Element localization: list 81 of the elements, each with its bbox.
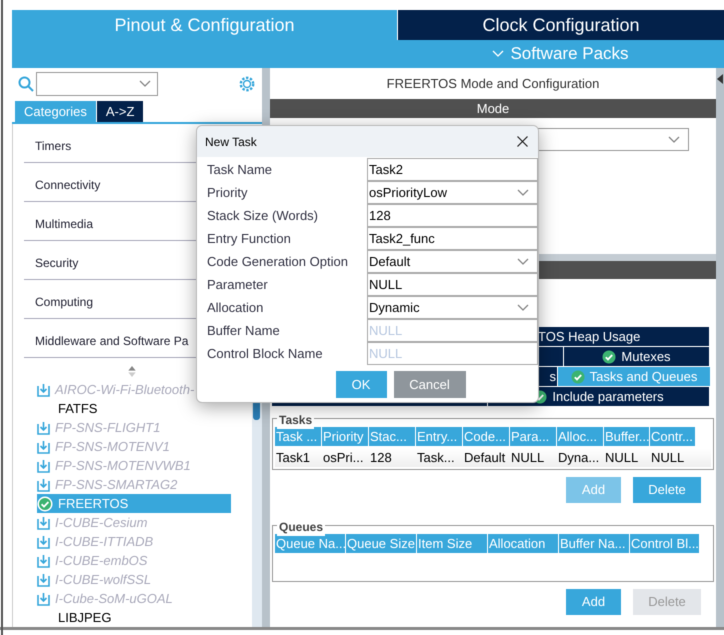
pack-item[interactable]: I-CUBE-wolfSSL — [37, 570, 231, 589]
table-cell-text: Dyna... — [557, 449, 600, 467]
top-tab[interactable]: Pinout & Configuration — [12, 10, 397, 40]
config-tab[interactable]: Mutexes — [564, 347, 709, 366]
close-icon[interactable] — [517, 136, 528, 147]
download-icon — [37, 458, 50, 472]
check-icon — [37, 496, 53, 512]
pack-item[interactable]: I-CUBE-embOS — [37, 551, 231, 570]
table-cell-text: NULL — [604, 449, 640, 467]
column-header[interactable]: Queue Na... — [275, 534, 345, 553]
download-icon — [37, 420, 50, 434]
table-cell-text: Task... — [416, 449, 456, 467]
download-icon — [37, 516, 50, 530]
column-header[interactable]: Priority — [322, 427, 368, 446]
text-field[interactable]: 128 — [367, 204, 538, 227]
pack-item[interactable]: FREERTOS — [37, 494, 231, 513]
ok-button[interactable]: OK — [336, 371, 386, 398]
check-icon — [570, 370, 585, 384]
dropdown-field[interactable]: Default — [367, 250, 538, 273]
config-tab[interactable]: Tasks and Queues — [558, 367, 710, 386]
pack-item[interactable]: LIBJPEG — [37, 608, 231, 627]
pack-item[interactable]: AIROC-Wi-Fi-Bluetooth- — [37, 380, 231, 399]
download-icon — [37, 554, 50, 568]
text-field[interactable]: Task2_func — [367, 227, 538, 250]
download-icon — [37, 572, 50, 586]
table-cell-text: Default — [463, 449, 506, 467]
download-icon — [37, 440, 50, 454]
column-header[interactable]: Buffer Na... — [559, 534, 629, 553]
text-field[interactable]: Task2 — [367, 158, 538, 181]
view-tab[interactable]: Categories — [15, 101, 96, 122]
pack-item[interactable]: FATFS — [37, 399, 231, 418]
search-icon[interactable] — [18, 76, 34, 92]
pack-item[interactable]: I-Cube-SoM-uGOAL — [37, 589, 231, 608]
table-cell-text: NULL — [510, 449, 546, 467]
pack-item[interactable]: FP-SNS-MOTENV1 — [37, 437, 231, 456]
column-header[interactable]: Alloc... — [557, 427, 603, 446]
chevron-down-icon — [668, 136, 680, 144]
check-icon — [602, 350, 616, 364]
pack-item[interactable]: FP-SNS-SMARTAG2 — [37, 475, 231, 494]
view-tab[interactable]: A->Z — [96, 101, 144, 122]
table-cell-text: NULL — [650, 449, 686, 467]
chevron-down-icon — [492, 50, 504, 58]
table-cell-text: Task1 — [275, 449, 311, 467]
column-header[interactable]: Task ... — [275, 427, 321, 446]
cancel-button[interactable]: Cancel — [394, 371, 466, 398]
chevron-down-icon — [517, 258, 529, 266]
table-cell-text: 128 — [369, 449, 393, 467]
delete-button[interactable]: Delete — [633, 477, 701, 503]
column-header[interactable]: Para... — [510, 427, 556, 446]
pack-item[interactable]: I-CUBE-Cesium — [37, 513, 231, 532]
column-header[interactable]: Entry... — [416, 427, 462, 446]
pack-item[interactable]: I-CUBE-ITTIADB — [37, 532, 231, 551]
download-icon — [37, 534, 50, 548]
column-header[interactable]: Queue Size — [346, 534, 416, 553]
panel-title: FREERTOS Mode and Configuration — [386, 74, 600, 93]
search-combobox[interactable] — [36, 72, 158, 96]
pack-item[interactable]: FP-SNS-FLIGHT1 — [37, 418, 231, 437]
download-icon — [37, 592, 50, 606]
column-header[interactable]: Buffer... — [604, 427, 649, 446]
collapse-arrow-icon[interactable] — [717, 74, 723, 84]
mode-header: Mode — [270, 99, 716, 118]
column-header[interactable]: Contr... — [650, 427, 695, 446]
download-icon — [37, 478, 50, 492]
pack-item[interactable]: FP-SNS-MOTENVWB1 — [37, 456, 231, 475]
column-header[interactable]: Control Bl... — [630, 534, 699, 553]
table-cell-text: osPri... — [322, 449, 364, 467]
chevron-down-icon — [517, 304, 529, 312]
column-header[interactable]: Code... — [463, 427, 509, 446]
sort-icon[interactable] — [128, 366, 136, 377]
column-header[interactable]: Allocation — [488, 534, 558, 553]
download-icon — [37, 382, 50, 396]
chevron-down-icon — [517, 188, 529, 196]
dropdown-field[interactable]: osPriorityLow — [367, 181, 538, 204]
chevron-down-icon — [139, 80, 151, 88]
settings-icon[interactable] — [238, 75, 256, 93]
column-header[interactable]: Stac... — [369, 427, 415, 446]
add-button[interactable]: Add — [566, 589, 621, 615]
text-field[interactable]: NULL — [367, 273, 538, 296]
dropdown-field[interactable]: Dynamic — [367, 296, 538, 319]
column-header[interactable]: Item Size — [417, 534, 487, 553]
top-tab[interactable]: Clock Configuration — [397, 10, 724, 40]
